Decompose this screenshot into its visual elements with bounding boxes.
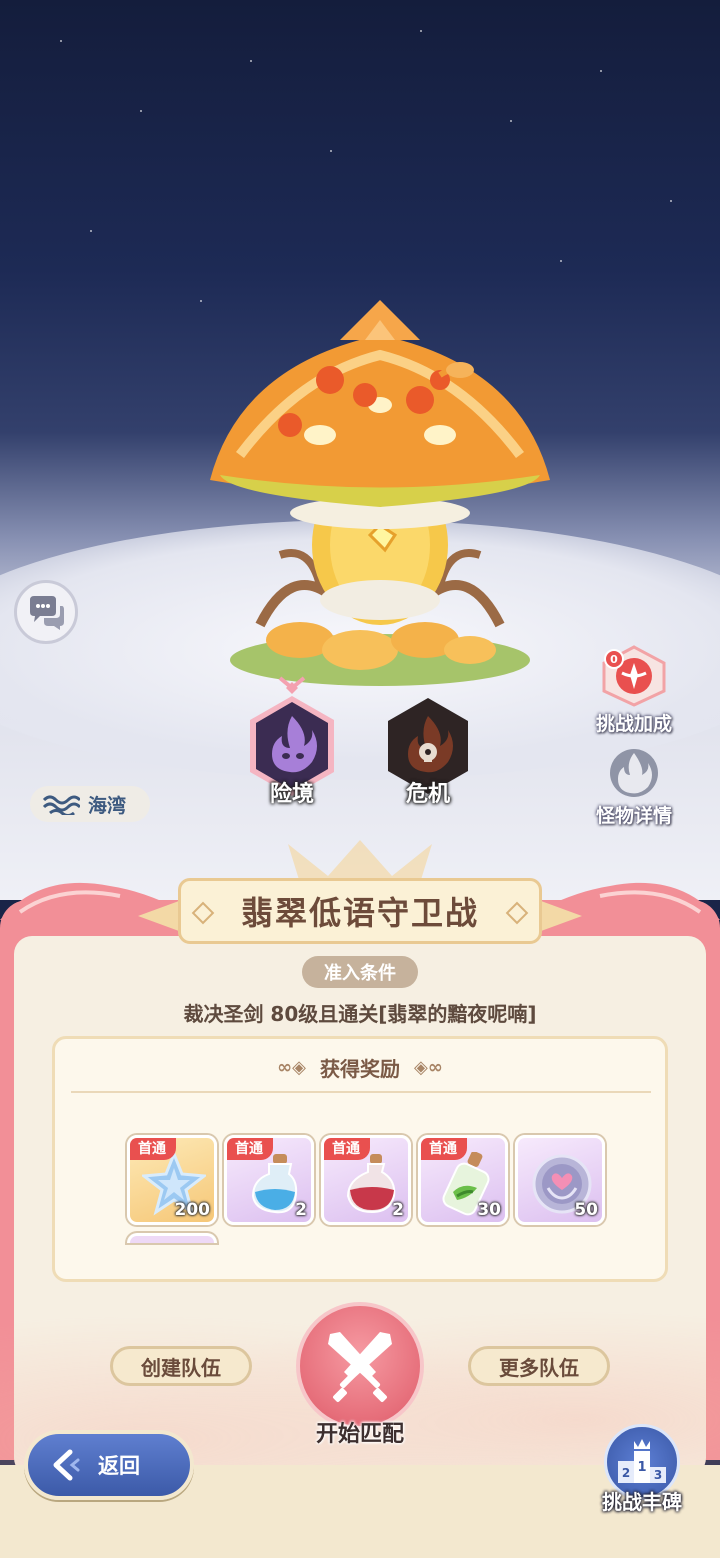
difficulty-option-peril[interactable]: 险境 [240,676,344,807]
monster-details-label: 怪物详情 [596,805,673,827]
reward-item[interactable]: 首通 2 [321,1135,411,1225]
reward-quantity: 30 [477,1200,501,1220]
region-tag: 海湾 [30,786,150,822]
scroll-ornament-right-icon: ◈∞ [414,1057,443,1078]
star [60,40,62,42]
difficulty-label-peril: 险境 [269,782,314,807]
star [600,70,602,72]
first-clear-badge: 首通 [130,1138,176,1160]
requirements-tag-label: 准入条件 [324,963,396,984]
back-arrow-icon [53,1449,80,1481]
create-team-label: 创建队伍 [141,1355,221,1380]
star [670,200,672,202]
blue-potion-icon [251,1154,298,1214]
diamond-ornament-icon [505,901,529,925]
title-ribbon: 翡翠低语守卫战 [178,878,542,944]
reward-item[interactable]: 首通 200 [127,1135,217,1225]
wave-icon [42,795,80,815]
crossed-swords-icon [328,1332,392,1402]
region-label: 海湾 [88,794,127,817]
challenge-bonus-button[interactable]: 0 挑战加成 [596,645,672,736]
difficulty-label-crisis: 危机 [405,782,450,807]
difficulty-option-crisis[interactable]: 危机 [376,694,480,807]
reward-item[interactable]: 首通 30 [418,1135,508,1225]
back-button[interactable]: 返回 [24,1430,194,1500]
star [560,260,562,262]
red-potion-icon [346,1154,396,1214]
reward-quantity: 2 [392,1200,404,1220]
rewards-divider [71,1091,651,1093]
reward-item-partial[interactable] [127,1233,217,1243]
svg-text:3: 3 [654,1468,662,1482]
podium-trophy-icon: 1 2 3 [618,1439,666,1483]
start-match-button[interactable] [296,1302,424,1430]
challenge-bonus-label: 挑战加成 [596,713,673,735]
dungeon-title: 翡翠低语守卫战 [240,894,479,932]
first-clear-badge: 首通 [227,1138,273,1160]
requirements-tag: 准入条件 [302,956,418,988]
reward-quantity: 2 [295,1200,307,1220]
challenge-bonus-count: 0 [610,653,618,666]
reward-quantity: 50 [574,1200,598,1220]
rewards-box: ∞◈ 获得奖励 ◈∞ 首通 200 首通 2 首通 2 首通 30 50 [52,1036,668,1282]
svg-text:1: 1 [637,1460,646,1475]
title-banner: 翡翠低语守卫战 [138,878,582,956]
chat-button[interactable] [14,580,78,644]
more-teams-label: 更多队伍 [499,1355,579,1380]
svg-text:2: 2 [622,1466,630,1480]
first-clear-badge: 首通 [421,1138,467,1160]
chat-bubbles-icon [30,596,64,630]
reward-item[interactable]: 首通 2 [224,1135,314,1225]
first-clear-badge: 首通 [324,1138,370,1160]
star [330,150,332,152]
challenge-monument-button[interactable]: 1 2 3 挑战丰碑 [594,1424,690,1515]
monster-flame-icon [610,749,658,797]
star [140,110,142,112]
rewards-header-label: 获得奖励 [320,1057,400,1081]
requirements-text: 裁决圣剑 80级且通关[翡翠的黯夜呢喃] [183,1002,537,1026]
star [250,60,252,62]
start-match-label: 开始匹配 [315,1422,404,1447]
star [510,120,512,122]
rewards-header: ∞◈ 获得奖励 ◈∞ [55,1053,665,1082]
red-flower-emblem-icon: 0 [602,645,666,707]
monster-details-button[interactable]: 怪物详情 [596,745,672,828]
create-team-button[interactable]: 创建队伍 [110,1346,252,1386]
star [420,30,422,32]
challenge-monument-label: 挑战丰碑 [602,1490,682,1514]
mushroom-boss-monster[interactable] [200,295,560,695]
star [90,230,92,232]
more-teams-button[interactable]: 更多队伍 [468,1346,610,1386]
reward-quantity: 200 [174,1200,211,1220]
diamond-ornament-icon [191,901,215,925]
reward-item[interactable]: 50 [515,1135,605,1225]
back-label: 返回 [98,1454,140,1478]
battle-scene: 0 挑战加成 怪物详情 海湾 险境 危机 [0,0,720,900]
scroll-ornament-left-icon: ∞◈ [277,1057,306,1078]
selected-chevron-icon [278,676,306,694]
